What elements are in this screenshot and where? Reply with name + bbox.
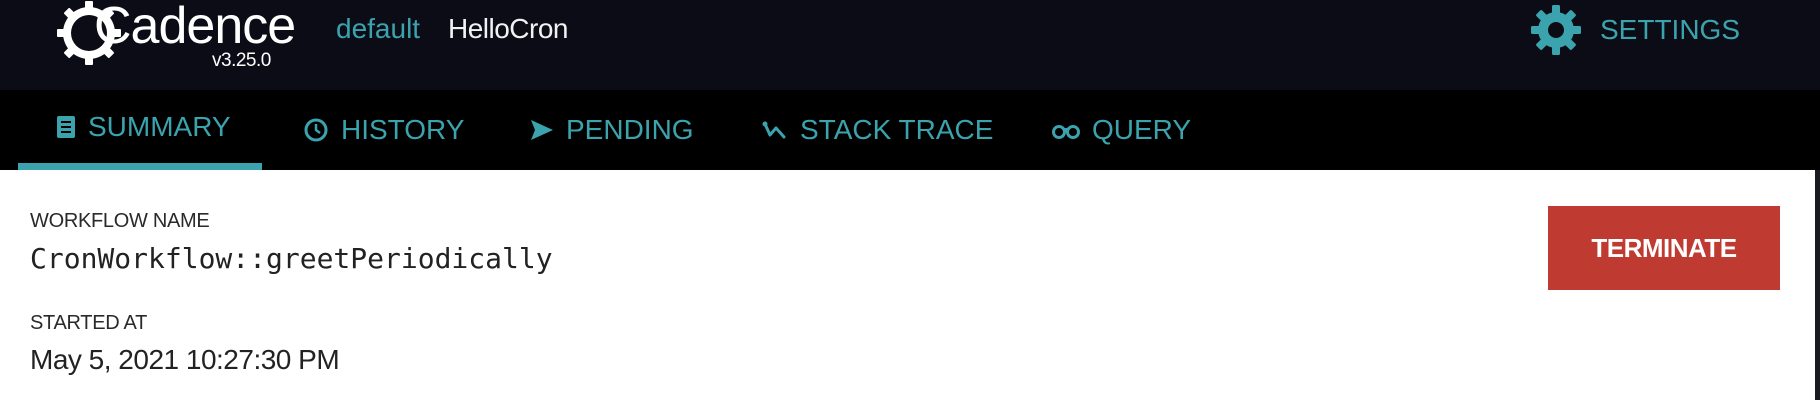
history-icon (303, 117, 329, 143)
summary-icon (56, 115, 76, 139)
tab-stack-trace[interactable]: STACK TRACE (724, 90, 1025, 170)
tab-stack-trace-label: STACK TRACE (800, 114, 994, 145)
pending-icon (530, 119, 554, 141)
window-edge (1815, 170, 1820, 400)
tab-pending-label: PENDING (566, 114, 694, 145)
tab-query[interactable]: QUERY (1014, 90, 1223, 170)
tab-summary-label: SUMMARY (88, 110, 231, 142)
query-icon (1052, 120, 1080, 140)
started-at-value: May 5, 2021 10:27:30 PM (30, 344, 340, 375)
cadence-logo[interactable]: Cadence v3.25.0 (56, 0, 296, 80)
tab-query-label: QUERY (1092, 114, 1192, 145)
tab-bar: SUMMARY HISTORY PENDING STACK TRACE QUER… (0, 90, 1820, 170)
logo-wordmark: Cadence (94, 0, 296, 55)
breadcrumb-workflow: HelloCron (448, 13, 569, 44)
top-bar: Cadence v3.25.0 default HelloCron SETTIN… (0, 0, 1820, 90)
workflow-name-label: WORKFLOW NAME (30, 210, 210, 232)
tab-history-label: HISTORY (341, 114, 465, 145)
settings-button[interactable]: SETTINGS (1530, 2, 1740, 58)
summary-panel: WORKFLOW NAME CronWorkflow::greetPeriodi… (0, 170, 1815, 400)
tab-pending[interactable]: PENDING (492, 90, 726, 170)
app-version: v3.25.0 (212, 50, 271, 71)
workflow-name-value: CronWorkflow::greetPeriodically (30, 242, 553, 275)
tab-summary[interactable]: SUMMARY (18, 90, 262, 170)
breadcrumb-domain-link[interactable]: default (336, 13, 420, 45)
tab-history[interactable]: HISTORY (265, 90, 496, 170)
gear-icon (1531, 5, 1581, 55)
started-at-label: STARTED AT (30, 312, 148, 334)
settings-label: SETTINGS (1600, 14, 1741, 45)
terminate-button[interactable]: TERMINATE (1548, 206, 1780, 290)
stack-trace-icon (762, 119, 788, 141)
